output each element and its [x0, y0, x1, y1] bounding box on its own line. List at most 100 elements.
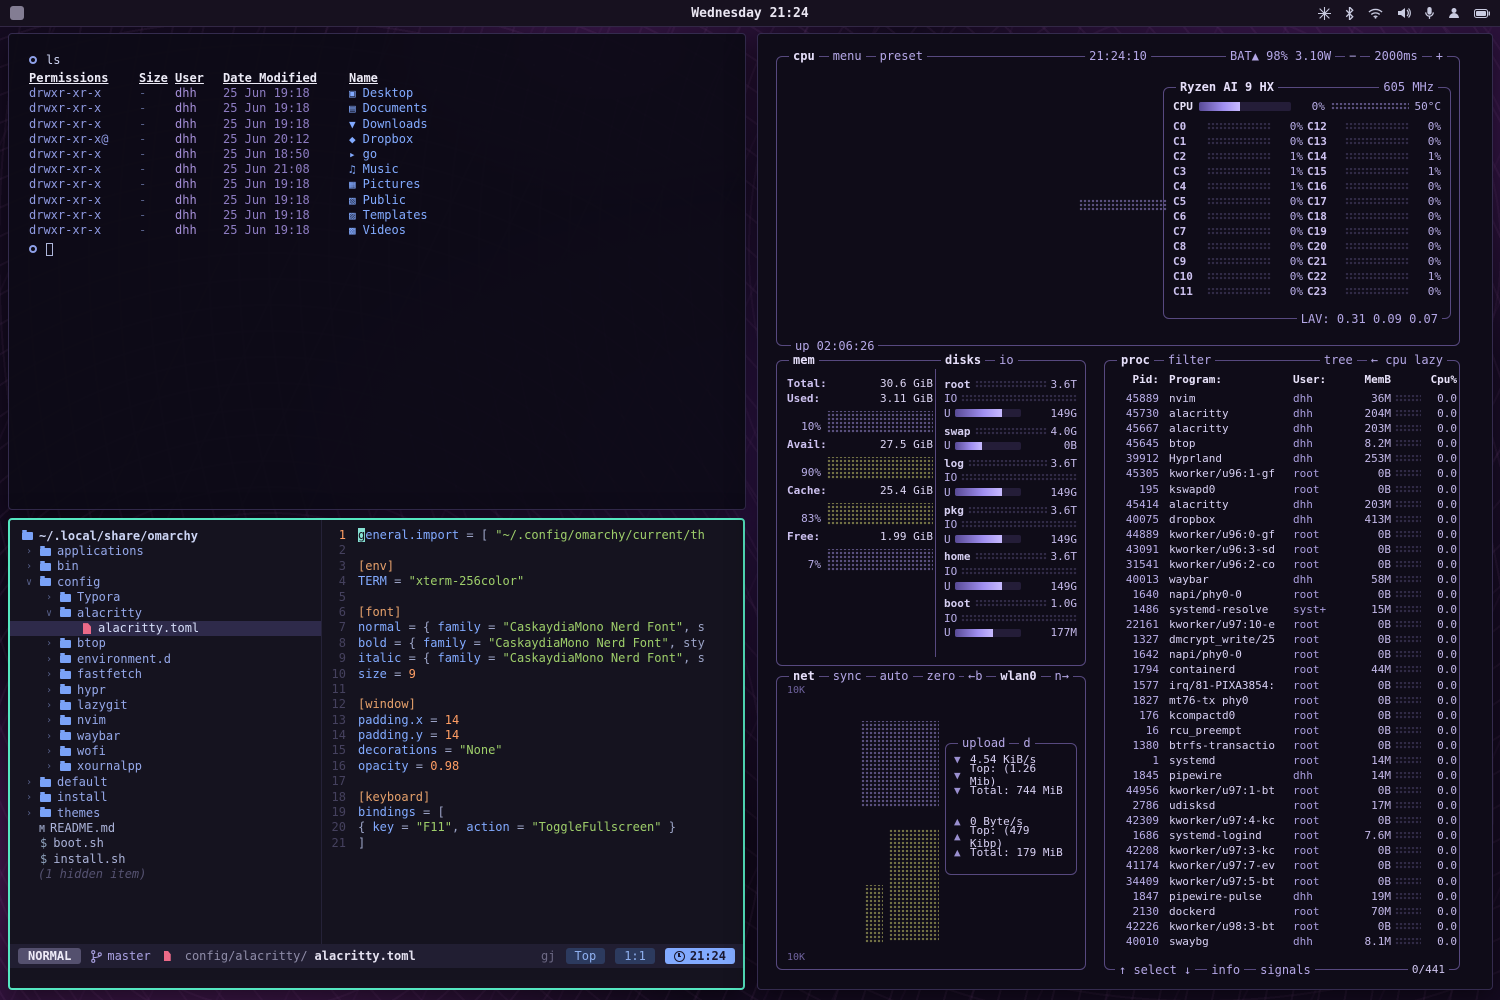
- tree-item[interactable]: xournalpp: [10, 759, 321, 774]
- tree-item[interactable]: hypr: [10, 683, 321, 698]
- tree-item[interactable]: nvim: [10, 713, 321, 728]
- tree-item[interactable]: lazygit: [10, 698, 321, 713]
- net-auto-button[interactable]: auto: [876, 668, 913, 684]
- process-row[interactable]: 40075 dropbox dhh 413M 0.0: [1113, 512, 1451, 527]
- net-sync-button[interactable]: sync: [829, 668, 866, 684]
- tree-root[interactable]: ~/.local/share/omarchy: [10, 528, 321, 544]
- tree-item[interactable]: Typora: [10, 590, 321, 605]
- user-icon[interactable]: [1448, 7, 1460, 19]
- process-row[interactable]: 1845 pipewire dhh 14M 0.0: [1113, 768, 1451, 783]
- preset-button[interactable]: preset: [876, 48, 927, 64]
- tree-item[interactable]: environment.d: [10, 652, 321, 667]
- file-tree-pane[interactable]: ~/.local/share/omarchy applications: [10, 520, 322, 944]
- snowflake-icon[interactable]: [1318, 7, 1331, 20]
- mem-header[interactable]: MemB: [1345, 373, 1391, 386]
- process-row[interactable]: 34409 kworker/u97:5-bt root 0B 0.0: [1113, 874, 1451, 889]
- process-row[interactable]: 42208 kworker/u97:3-kc root 0B 0.0: [1113, 843, 1451, 858]
- disk-io-graph: [961, 395, 1077, 402]
- process-row[interactable]: 22161 kworker/u97:10-e root 0B 0.0: [1113, 617, 1451, 632]
- process-row[interactable]: 16 rcu_preempt root 0B 0.0: [1113, 723, 1451, 738]
- process-row[interactable]: 45414 alacritty dhh 203M 0.0: [1113, 497, 1451, 512]
- process-row[interactable]: 1794 containerd root 44M 0.0: [1113, 662, 1451, 677]
- process-row[interactable]: 45730 alacritty dhh 204M 0.0: [1113, 406, 1451, 421]
- interval-minus-button[interactable]: −: [1345, 48, 1360, 64]
- tree-item[interactable]: install: [10, 790, 321, 805]
- tree-item[interactable]: applications: [10, 544, 321, 559]
- process-row[interactable]: 42309 kworker/u97:4-kc root 0B 0.0: [1113, 813, 1451, 828]
- info-button[interactable]: info: [1207, 962, 1244, 978]
- process-row[interactable]: 2130 dockerd root 70M 0.0: [1113, 904, 1451, 919]
- io-toggle[interactable]: io: [995, 352, 1017, 368]
- process-row[interactable]: 45305 kworker/u96:1-gf root 0B 0.0: [1113, 466, 1451, 481]
- code-token: padding.y: [358, 728, 423, 742]
- program-header[interactable]: Program:: [1163, 373, 1289, 386]
- neovim-window[interactable]: ~/.local/share/omarchy applications: [8, 518, 745, 990]
- tree-item[interactable]: install.sh: [10, 852, 321, 867]
- tree-item[interactable]: alacritty.toml: [10, 621, 321, 636]
- process-row[interactable]: 45667 alacritty dhh 203M 0.0: [1113, 421, 1451, 436]
- process-pid: 1794: [1113, 663, 1159, 676]
- sort-selector[interactable]: ← cpu lazy: [1367, 352, 1447, 368]
- tree-item[interactable]: bin: [10, 559, 321, 574]
- tree-item[interactable]: README.md: [10, 821, 321, 836]
- tree-item[interactable]: wofi: [10, 744, 321, 759]
- battery-icon[interactable]: [1474, 9, 1490, 18]
- download-tab[interactable]: d: [1019, 735, 1034, 751]
- process-row[interactable]: 1 systemd root 14M 0.0: [1113, 753, 1451, 768]
- editor-pane[interactable]: 1 general.import = [ "~/.config/omarchy/…: [322, 520, 743, 944]
- iface-prev-button[interactable]: ←b: [964, 668, 986, 684]
- process-row[interactable]: 2786 udisksd root 17M 0.0: [1113, 798, 1451, 813]
- tree-item[interactable]: default: [10, 775, 321, 790]
- process-pid: 45645: [1113, 437, 1159, 450]
- process-row[interactable]: 44956 kworker/u97:1-bt root 0B 0.0: [1113, 783, 1451, 798]
- tree-toggle-button[interactable]: tree: [1320, 352, 1357, 368]
- process-row[interactable]: 41174 kworker/u97:7-ev root 0B 0.0: [1113, 858, 1451, 873]
- process-row[interactable]: 195 kswapd0 root 0B 0.0: [1113, 481, 1451, 496]
- terminal-window-ls[interactable]: ls Permissions Size User Date Modified N…: [8, 33, 746, 510]
- process-row[interactable]: 1380 btrfs-transactio root 0B 0.0: [1113, 738, 1451, 753]
- tree-item[interactable]: btop: [10, 636, 321, 651]
- tree-item[interactable]: (1 hidden item): [10, 867, 321, 882]
- process-row[interactable]: 42226 kworker/u98:3-bt root 0B 0.0: [1113, 919, 1451, 934]
- volume-icon[interactable]: [1397, 7, 1411, 19]
- user-header[interactable]: User:: [1293, 373, 1337, 386]
- process-row[interactable]: 43091 kworker/u96:3-sd root 0B 0.0: [1113, 542, 1451, 557]
- process-row[interactable]: 1642 napi/phy0-0 root 0B 0.0: [1113, 647, 1451, 662]
- process-row[interactable]: 176 kcompactd0 root 0B 0.0: [1113, 708, 1451, 723]
- cpu-header[interactable]: Cpu%: [1425, 373, 1457, 386]
- line-number: 9: [322, 651, 358, 666]
- tree-item[interactable]: waybar: [10, 729, 321, 744]
- filter-button[interactable]: filter: [1164, 352, 1215, 368]
- process-row[interactable]: 1486 systemd-resolve syst+ 15M 0.0: [1113, 602, 1451, 617]
- process-row[interactable]: 40013 waybar dhh 58M 0.0: [1113, 572, 1451, 587]
- btop-window[interactable]: cpu menu preset 21:24:10 BAT▲ 98% 3.10W …: [757, 33, 1493, 990]
- menu-button[interactable]: menu: [829, 48, 866, 64]
- interval-plus-button[interactable]: +: [1432, 48, 1447, 64]
- iface-next-button[interactable]: n→: [1051, 668, 1073, 684]
- process-row[interactable]: 45889 nvim dhh 36M 0.0: [1113, 391, 1451, 406]
- tree-item[interactable]: boot.sh: [10, 836, 321, 851]
- net-zero-button[interactable]: zero: [923, 668, 960, 684]
- process-row[interactable]: 1847 pipewire-pulse dhh 19M 0.0: [1113, 889, 1451, 904]
- wifi-icon[interactable]: [1368, 8, 1383, 19]
- process-row[interactable]: 45645 btop dhh 8.2M 0.0: [1113, 436, 1451, 451]
- bluetooth-icon[interactable]: [1345, 7, 1354, 20]
- process-row[interactable]: 1827 mt76-tx phy0 root 0B 0.0: [1113, 693, 1451, 708]
- select-control[interactable]: ↑ select ↓: [1115, 962, 1195, 978]
- signals-button[interactable]: signals: [1256, 962, 1315, 978]
- process-row[interactable]: 40010 swaybg dhh 8.1M 0.0: [1113, 934, 1451, 949]
- tree-item[interactable]: alacritty: [10, 606, 321, 621]
- tree-item[interactable]: themes: [10, 806, 321, 821]
- process-row[interactable]: 39912 Hyprland dhh 253M 0.0: [1113, 451, 1451, 466]
- upload-tab[interactable]: upload: [958, 735, 1009, 751]
- tree-item[interactable]: fastfetch: [10, 667, 321, 682]
- microphone-icon[interactable]: [1425, 7, 1434, 20]
- process-row[interactable]: 1640 napi/phy0-0 root 0B 0.0: [1113, 587, 1451, 602]
- process-row[interactable]: 1686 systemd-logind root 7.6M 0.0: [1113, 828, 1451, 843]
- process-row[interactable]: 1577 irq/81-PIXA3854: root 0B 0.0: [1113, 677, 1451, 692]
- process-row[interactable]: 1327 dmcrypt_write/25 root 0B 0.0: [1113, 632, 1451, 647]
- pid-header[interactable]: Pid:: [1113, 373, 1159, 386]
- tree-item[interactable]: config: [10, 575, 321, 590]
- process-row[interactable]: 44889 kworker/u96:0-gf root 0B 0.0: [1113, 527, 1451, 542]
- process-row[interactable]: 31541 kworker/u96:2-co root 0B 0.0: [1113, 557, 1451, 572]
